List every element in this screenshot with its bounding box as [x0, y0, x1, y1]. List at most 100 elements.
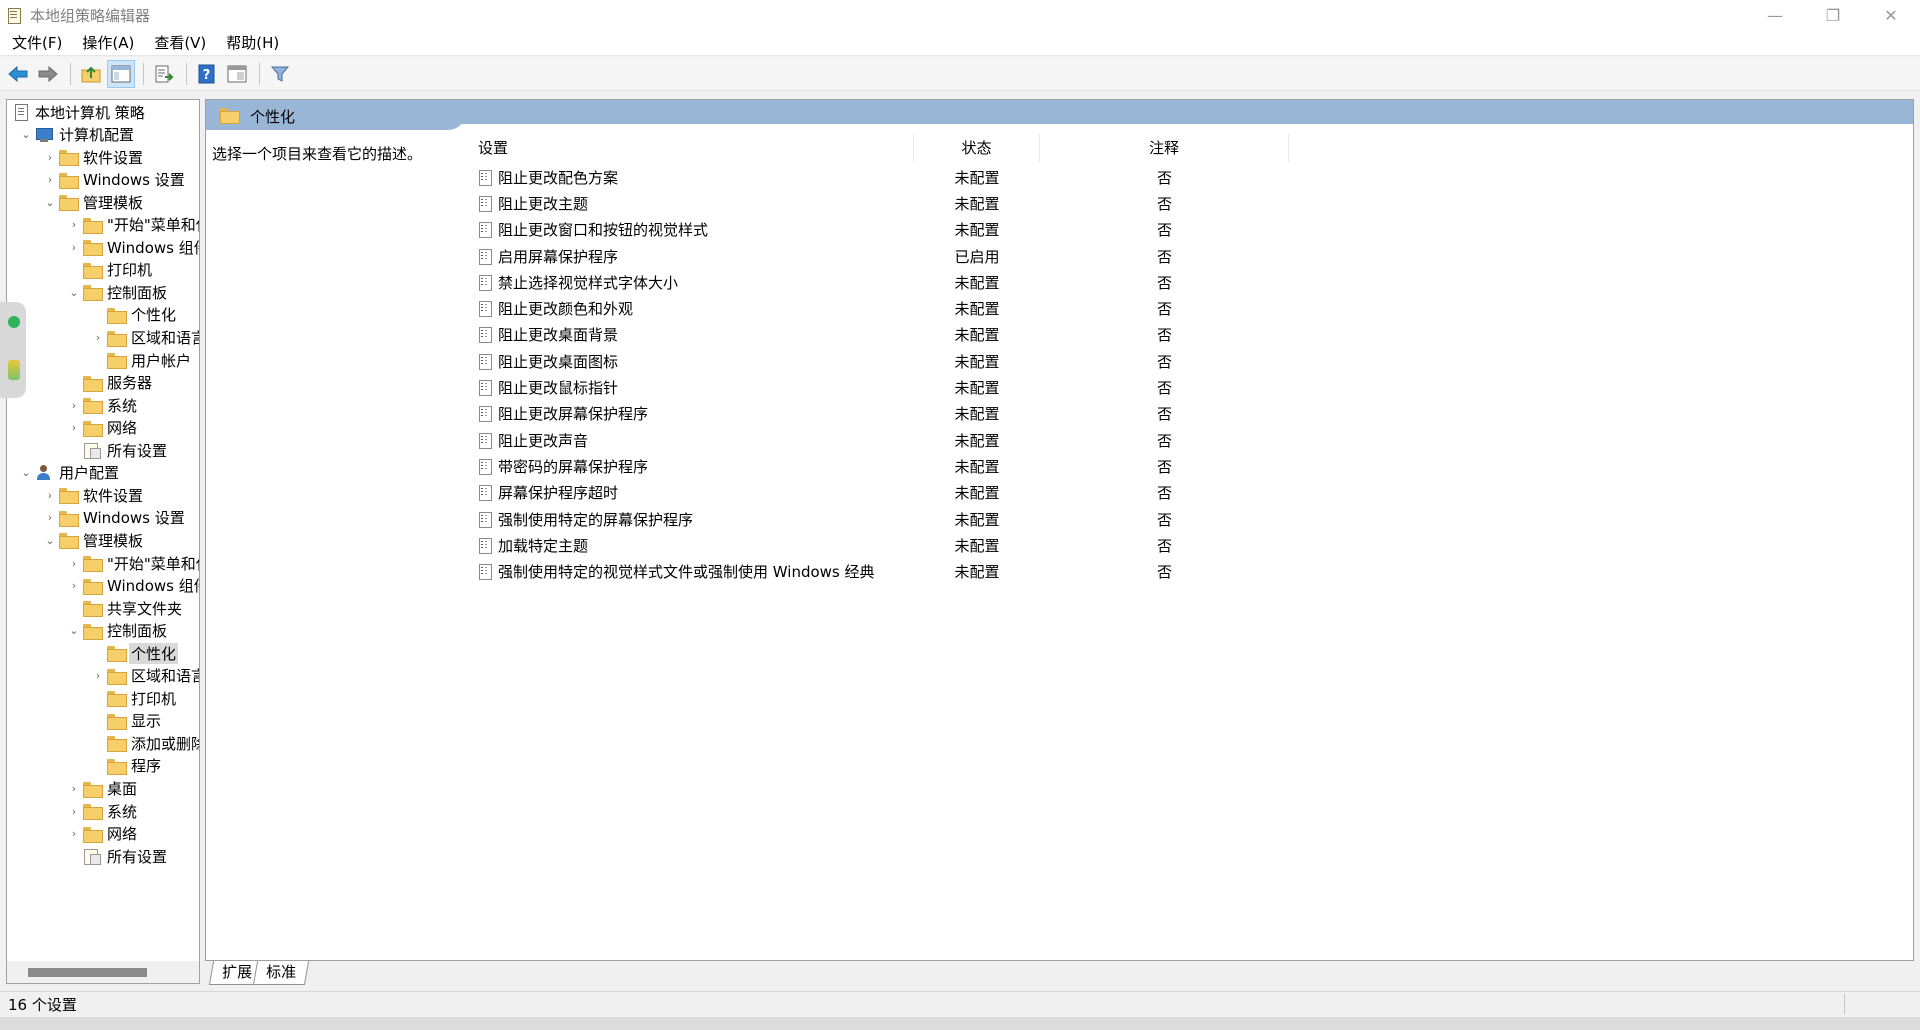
tree-item[interactable]: 程序: [91, 755, 163, 777]
tree-item[interactable]: › "开始"菜单和任务栏: [67, 214, 199, 236]
chevron-right-icon[interactable]: ›: [67, 778, 81, 800]
tree-item[interactable]: 个性化: [91, 642, 179, 664]
tree-item[interactable]: › 区域和语言: [91, 665, 199, 687]
menu-view[interactable]: 查看(V): [144, 30, 216, 56]
tree-item[interactable]: ⌄ 控制面板: [67, 620, 169, 642]
setting-row[interactable]: 屏幕保护程序超时 未配置 否: [469, 480, 1289, 506]
tree-item[interactable]: 用户帐户: [91, 349, 193, 371]
tree-item[interactable]: › 区域和语言: [91, 327, 199, 349]
tree-item[interactable]: › 软件设置: [43, 484, 145, 506]
menu-file[interactable]: 文件(F): [0, 30, 72, 56]
properties-view-icon[interactable]: [223, 60, 251, 88]
chevron-down-icon[interactable]: ⌄: [19, 124, 33, 146]
tree-item[interactable]: 所有设置: [67, 845, 169, 867]
setting-row[interactable]: 阻止更改桌面背景 未配置 否: [469, 322, 1289, 348]
tree-item[interactable]: 个性化: [91, 304, 178, 326]
tree-item[interactable]: › Windows 组件: [67, 575, 199, 597]
chevron-right-icon[interactable]: ›: [67, 214, 81, 236]
export-list-icon[interactable]: [150, 60, 178, 88]
tree-item[interactable]: ⌄ 用户配置: [19, 462, 121, 484]
chevron-down-icon[interactable]: ⌄: [67, 281, 81, 303]
setting-row[interactable]: 阻止更改桌面图标 未配置 否: [469, 348, 1289, 374]
tree-item[interactable]: 本地计算机 策略: [11, 101, 147, 123]
chevron-right-icon[interactable]: ›: [67, 236, 81, 258]
setting-cell: 加载特定主题: [469, 535, 914, 556]
side-floating-widget[interactable]: [0, 302, 26, 398]
menu-action[interactable]: 操作(A): [72, 30, 144, 56]
menu-help[interactable]: 帮助(H): [216, 30, 289, 56]
setting-row[interactable]: 阻止更改窗口和按钮的视觉样式 未配置 否: [469, 217, 1289, 243]
chevron-right-icon[interactable]: ›: [91, 327, 105, 349]
column-header-state[interactable]: 状态: [914, 134, 1040, 162]
setting-row[interactable]: 阻止更改屏幕保护程序 未配置 否: [469, 401, 1289, 427]
setting-row[interactable]: 阻止更改主题 未配置 否: [469, 190, 1289, 216]
filter-icon[interactable]: [266, 60, 294, 88]
chevron-down-icon[interactable]: ⌄: [67, 620, 81, 642]
tree-item[interactable]: 显示: [91, 710, 163, 732]
chevron-right-icon[interactable]: ›: [43, 169, 57, 191]
chevron-right-icon[interactable]: ›: [67, 417, 81, 439]
tab-standard[interactable]: 标准: [252, 961, 310, 985]
setting-row[interactable]: 阻止更改配色方案 未配置 否: [469, 164, 1289, 190]
setting-row[interactable]: 强制使用特定的屏幕保护程序 未配置 否: [469, 506, 1289, 532]
chevron-right-icon[interactable]: ›: [67, 823, 81, 845]
folder-icon: [83, 826, 103, 843]
setting-row[interactable]: 禁止选择视觉样式字体大小 未配置 否: [469, 269, 1289, 295]
chevron-right-icon[interactable]: ›: [67, 552, 81, 574]
scrollbar-thumb[interactable]: [28, 968, 147, 977]
tree-item[interactable]: › Windows 设置: [43, 169, 187, 191]
tree-item[interactable]: ⌄ 管理模板: [43, 191, 145, 213]
tree-item[interactable]: 所有设置: [67, 439, 169, 461]
tree-item[interactable]: 添加或删除程序: [91, 732, 199, 754]
close-button[interactable]: ✕: [1862, 0, 1920, 30]
setting-row[interactable]: 加载特定主题 未配置 否: [469, 532, 1289, 558]
help-icon[interactable]: ?: [193, 60, 221, 88]
tree-item[interactable]: › 系统: [67, 800, 139, 822]
chevron-right-icon[interactable]: ›: [43, 484, 57, 506]
tree-item[interactable]: ⌄ 计算机配置: [19, 124, 136, 146]
setting-row[interactable]: 启用屏幕保护程序 已启用 否: [469, 243, 1289, 269]
tree-item[interactable]: › 网络: [67, 417, 139, 439]
forward-icon[interactable]: [34, 60, 62, 88]
right-edge-scrollbar[interactable]: [1914, 99, 1920, 989]
policy-setting-icon: [478, 511, 492, 528]
chevron-right-icon[interactable]: ›: [67, 394, 81, 416]
column-header-note[interactable]: 注释: [1040, 134, 1289, 162]
show-hide-tree-icon[interactable]: [107, 59, 135, 88]
tree-item[interactable]: 共享文件夹: [67, 597, 184, 619]
setting-row[interactable]: 阻止更改鼠标指针 未配置 否: [469, 374, 1289, 400]
chevron-right-icon[interactable]: ›: [67, 575, 81, 597]
tree-item[interactable]: › 软件设置: [43, 146, 145, 168]
content-title: 个性化: [250, 108, 296, 126]
chevron-right-icon[interactable]: ›: [67, 800, 81, 822]
chevron-down-icon[interactable]: ⌄: [43, 529, 57, 551]
tree-item[interactable]: › 系统: [67, 394, 139, 416]
column-header-setting[interactable]: 设置: [469, 134, 914, 162]
chevron-right-icon[interactable]: ›: [43, 146, 57, 168]
tree-item[interactable]: 打印机: [91, 687, 178, 709]
toolbar-separator: [70, 62, 71, 85]
up-folder-icon[interactable]: [77, 60, 105, 88]
tree-item[interactable]: › Windows 组件: [67, 236, 199, 258]
tree-item[interactable]: ⌄ 控制面板: [67, 281, 169, 303]
tree-item[interactable]: ⌄ 管理模板: [43, 529, 145, 551]
setting-row[interactable]: 阻止更改声音 未配置 否: [469, 427, 1289, 453]
minimize-button[interactable]: —: [1746, 0, 1804, 30]
tree-pane[interactable]: 本地计算机 策略 ⌄ 计算机配置 › 软件设置 › Windows 设置 ⌄ 管理模板 › "开始"…: [6, 99, 200, 984]
tree-item[interactable]: › 桌面: [67, 778, 139, 800]
chevron-down-icon[interactable]: ⌄: [19, 462, 33, 484]
setting-row[interactable]: 带密码的屏幕保护程序 未配置 否: [469, 453, 1289, 479]
tree-item[interactable]: › 网络: [67, 823, 139, 845]
tree-item[interactable]: › "开始"菜单和任务栏: [67, 552, 199, 574]
setting-row[interactable]: 阻止更改颜色和外观 未配置 否: [469, 295, 1289, 321]
chevron-right-icon[interactable]: ›: [43, 507, 57, 529]
back-icon[interactable]: [4, 60, 32, 88]
chevron-down-icon[interactable]: ⌄: [43, 191, 57, 213]
tree-horizontal-scrollbar[interactable]: [7, 961, 199, 983]
tree-item[interactable]: 服务器: [67, 372, 154, 394]
tree-item[interactable]: › Windows 设置: [43, 507, 187, 529]
tree-item[interactable]: 打印机: [67, 259, 154, 281]
chevron-right-icon[interactable]: ›: [91, 665, 105, 687]
restore-button[interactable]: ❐: [1804, 0, 1862, 30]
setting-row[interactable]: 强制使用特定的视觉样式文件或强制使用 Windows 经典 未配置 否: [469, 558, 1289, 584]
